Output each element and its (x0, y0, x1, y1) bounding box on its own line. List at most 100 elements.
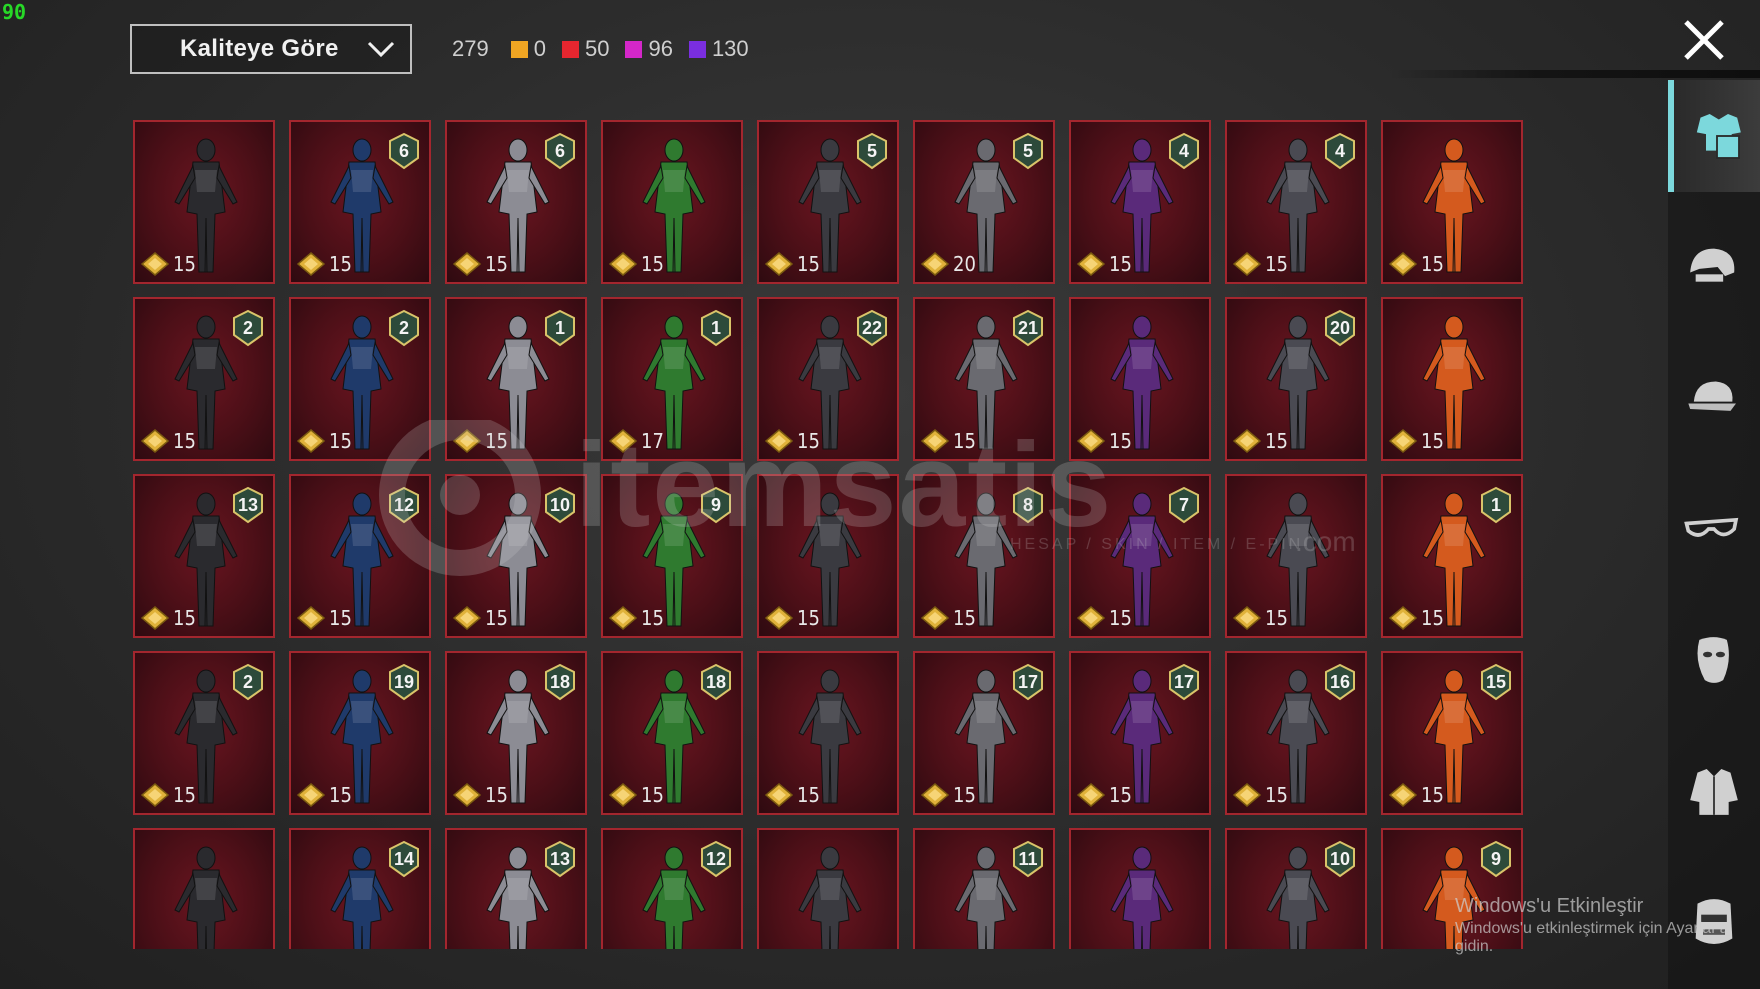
header-divider (1390, 70, 1760, 78)
sidebar-item-cap[interactable] (1668, 342, 1760, 454)
outfit-tile[interactable]: 10 15 (445, 474, 587, 638)
outfit-tile[interactable]: 21 15 (913, 297, 1055, 461)
currency-diamond-icon (141, 783, 169, 807)
sort-label: Kaliteye Göre (180, 35, 339, 62)
sidebar-item-jacket[interactable] (1668, 735, 1760, 847)
outfit-tile[interactable]: 16 15 (1225, 651, 1367, 815)
sidebar-item-helmet[interactable] (1668, 211, 1760, 323)
outfit-tile[interactable]: 15 (757, 651, 899, 815)
level-badge: 1 (699, 309, 733, 347)
outfit-tile[interactable]: 18 15 (601, 651, 743, 815)
outfit-tile[interactable]: 15 (1381, 297, 1523, 461)
outfit-tile[interactable]: 17 15 (1069, 651, 1211, 815)
outfit-tile[interactable]: 1 17 (601, 297, 743, 461)
level-badge: 9 (1479, 840, 1513, 878)
badge-level: 18 (549, 671, 571, 692)
outfit-tile[interactable]: 12 (601, 828, 743, 949)
currency-diamond-icon (297, 252, 325, 276)
outfit-tile[interactable]: 5 20 (913, 120, 1055, 284)
cap-icon (1688, 381, 1736, 411)
outfit-tile[interactable] (133, 828, 275, 949)
close-icon[interactable] (1680, 16, 1728, 64)
outfit-tile[interactable]: 10 (1225, 828, 1367, 949)
outfit-tile[interactable]: 13 (445, 828, 587, 949)
price-tag: 15 (1077, 429, 1132, 453)
outfit-tile[interactable]: 12 15 (289, 474, 431, 638)
outfit-tile[interactable] (1069, 828, 1211, 949)
outfit-tile[interactable]: 8 15 (913, 474, 1055, 638)
badge-level: 10 (549, 494, 571, 515)
outfit-tile[interactable]: 15 (757, 474, 899, 638)
outfit-tile[interactable]: 18 15 (445, 651, 587, 815)
fps-counter: 90 (2, 0, 27, 24)
outfit-tile[interactable]: 15 (1381, 120, 1523, 284)
price-value: 15 (485, 783, 508, 807)
inventory-grid: 15 6 15 6 15 15 5 15 5 20 4 15 4 15 15 2 15 2 15 1 15 1 17 22 15… (133, 120, 1525, 949)
currency-diamond-icon (1389, 606, 1417, 630)
rarity-count: 130 (688, 36, 749, 62)
level-badge: 11 (1011, 840, 1045, 878)
price-tag: 15 (453, 429, 508, 453)
chevron-down-icon (367, 41, 395, 58)
outfit-tile[interactable]: 17 15 (913, 651, 1055, 815)
badge-level: 19 (393, 671, 415, 692)
outfit-tile[interactable]: 15 (1225, 474, 1367, 638)
sort-dropdown[interactable]: Kaliteye Göre (130, 24, 412, 74)
outfit-tile[interactable] (757, 828, 899, 949)
badge-level: 10 (1329, 848, 1351, 869)
outfit-tile[interactable]: 6 15 (445, 120, 587, 284)
outfit-tile[interactable]: 22 15 (757, 297, 899, 461)
level-badge: 12 (699, 840, 733, 878)
outfit-tile[interactable]: 15 (133, 120, 275, 284)
outfit-tile[interactable]: 2 15 (133, 651, 275, 815)
outfit-tile[interactable]: 14 (289, 828, 431, 949)
outfit-tile[interactable]: 1 15 (445, 297, 587, 461)
outfit-tile[interactable]: 15 (601, 120, 743, 284)
outfit-tile[interactable]: 4 15 (1069, 120, 1211, 284)
currency-diamond-icon (297, 783, 325, 807)
outfit-tile[interactable]: 9 15 (601, 474, 743, 638)
outfit-tile[interactable]: 20 15 (1225, 297, 1367, 461)
outfit-tile[interactable]: 4 15 (1225, 120, 1367, 284)
price-tag: 15 (141, 783, 196, 807)
badge-level: 22 (861, 317, 883, 338)
price-tag: 15 (297, 429, 352, 453)
badge-level: 6 (554, 140, 565, 161)
price-value: 17 (641, 429, 664, 453)
price-value: 15 (485, 606, 508, 630)
outfit-tile[interactable]: 1 15 (1381, 474, 1523, 638)
price-tag: 17 (609, 429, 664, 453)
level-badge: 21 (1011, 309, 1045, 347)
outfit-tile[interactable]: 2 15 (133, 297, 275, 461)
badge-level: 21 (1017, 317, 1039, 338)
price-tag: 15 (921, 783, 976, 807)
price-value: 15 (1109, 429, 1132, 453)
price-tag: 15 (1233, 429, 1288, 453)
outfit-tile[interactable]: 11 (913, 828, 1055, 949)
outfit-tile[interactable]: 15 (1069, 297, 1211, 461)
price-tag: 15 (921, 606, 976, 630)
sidebar-item-glasses[interactable] (1668, 473, 1760, 585)
currency-diamond-icon (765, 783, 793, 807)
price-value: 15 (329, 429, 352, 453)
badge-level: 7 (1178, 494, 1189, 515)
outfit-tile[interactable]: 7 15 (1069, 474, 1211, 638)
sidebar-item-outfit[interactable] (1668, 80, 1760, 192)
outfit-tile[interactable]: 19 15 (289, 651, 431, 815)
outfit-tile[interactable]: 2 15 (289, 297, 431, 461)
level-badge: 5 (1011, 132, 1045, 170)
level-badge: 19 (387, 663, 421, 701)
price-value: 15 (797, 252, 820, 276)
outfit-tile[interactable]: 6 15 (289, 120, 431, 284)
sidebar-item-mask[interactable] (1668, 604, 1760, 716)
price-tag: 15 (1233, 606, 1288, 630)
outfit-tile[interactable]: 13 15 (133, 474, 275, 638)
level-badge: 2 (231, 663, 265, 701)
outfit-figure-icon (174, 846, 238, 949)
level-badge: 1 (1479, 486, 1513, 524)
outfit-tile[interactable]: 15 15 (1381, 651, 1523, 815)
outfit-figure-icon (798, 846, 862, 949)
outfit-tile[interactable]: 5 15 (757, 120, 899, 284)
price-value: 15 (173, 783, 196, 807)
currency-diamond-icon (141, 252, 169, 276)
